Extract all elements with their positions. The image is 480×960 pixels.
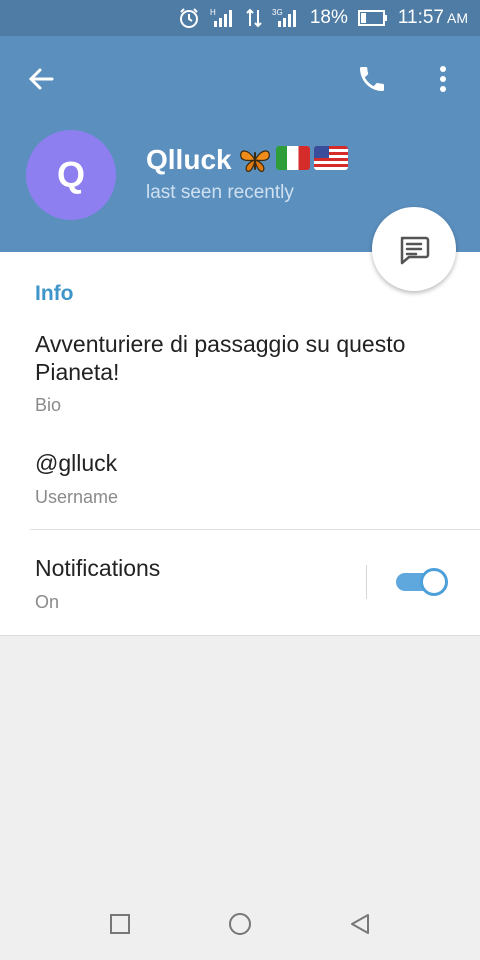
recent-apps-button[interactable]	[106, 910, 134, 938]
system-nav-bar	[0, 888, 480, 960]
square-icon	[110, 914, 130, 934]
username-text[interactable]: @glluck	[35, 450, 117, 477]
vertical-separator	[366, 565, 367, 599]
flag-italy-icon	[275, 146, 310, 170]
signal-3g-icon: 3G	[272, 7, 300, 29]
bio-text[interactable]: Avventuriere di passaggio su questo Pian…	[35, 330, 455, 386]
svg-text:3G: 3G	[272, 8, 283, 17]
info-section: Info Avventuriere di passaggio su questo…	[0, 252, 480, 636]
signal-h-icon: H	[210, 7, 236, 29]
more-vertical-icon	[440, 66, 446, 92]
notifications-row[interactable]: Notifications On	[0, 530, 480, 636]
battery-icon	[357, 9, 388, 27]
section-title-info: Info	[35, 282, 74, 305]
back-button[interactable]	[26, 64, 56, 94]
call-button[interactable]	[356, 63, 388, 95]
status-bar: H 3G 18% 11:57 AM	[0, 0, 480, 36]
back-arrow-icon	[28, 68, 54, 90]
battery-percent: 18%	[309, 7, 348, 28]
profile-name: Qlluck	[146, 144, 348, 176]
bio-label: Bio	[35, 395, 62, 415]
flag-usa-icon	[313, 146, 348, 170]
clock: 11:57 AM	[397, 7, 468, 28]
phone-icon	[360, 67, 384, 91]
notifications-title: Notifications	[35, 555, 161, 581]
data-transfer-icon	[246, 7, 262, 29]
system-back-button[interactable]	[346, 910, 374, 938]
toggle-knob	[420, 568, 448, 596]
circle-icon	[229, 913, 251, 935]
chat-bubble-icon	[400, 236, 430, 265]
triangle-back-icon	[351, 914, 369, 934]
notifications-toggle[interactable]	[396, 568, 448, 596]
butterfly-icon	[239, 150, 270, 172]
last-seen-status: last seen recently	[146, 182, 294, 203]
profile-name-text: Qlluck	[146, 144, 232, 175]
more-options-button[interactable]	[432, 63, 454, 95]
home-button[interactable]	[226, 910, 254, 938]
message-button[interactable]	[372, 207, 456, 291]
alarm-icon	[178, 7, 200, 29]
avatar[interactable]: Q	[26, 130, 116, 220]
username-label: Username	[35, 487, 119, 507]
notifications-value: On	[35, 592, 60, 612]
svg-text:H: H	[210, 8, 216, 17]
